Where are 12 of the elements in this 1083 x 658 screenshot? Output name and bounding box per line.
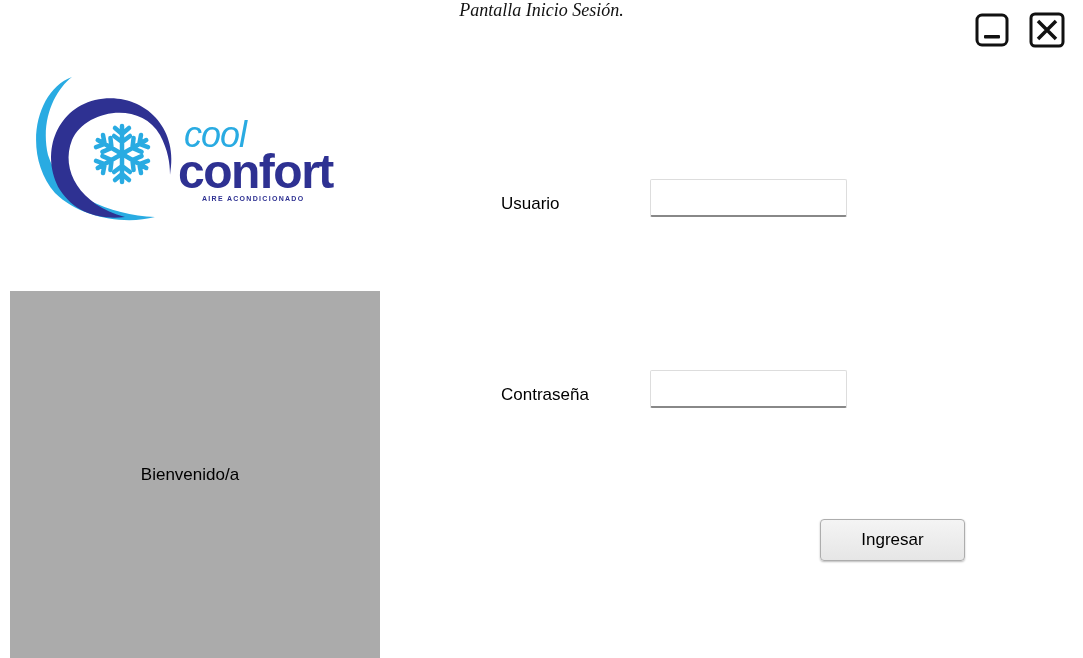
snowflake-icon — [91, 123, 153, 185]
logo-text: cool — [184, 120, 247, 150]
welcome-panel: Bienvenido/a — [10, 291, 380, 658]
logo-text: confort — [178, 150, 333, 194]
input-field[interactable] — [650, 179, 847, 217]
field-label: Contraseña — [501, 384, 590, 406]
caption-text: Pantalla Inicio Sesión. — [458, 0, 625, 20]
close-icon[interactable] — [1029, 12, 1065, 48]
login-button[interactable]: Ingresar — [820, 519, 965, 561]
field-label: Usuario — [501, 193, 561, 215]
minimize-icon[interactable] — [975, 13, 1009, 47]
input-field[interactable] — [650, 370, 847, 408]
